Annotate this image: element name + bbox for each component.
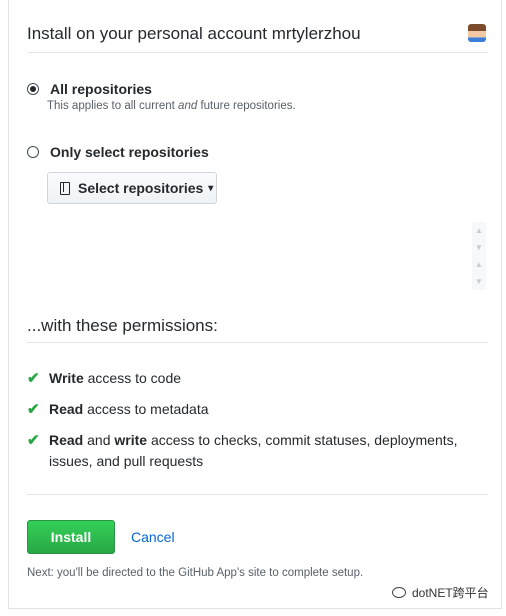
permission-level-2: write — [114, 432, 148, 448]
repo-list-scrollbar[interactable]: ▲ ▼ ▲ ▼ — [472, 222, 486, 290]
scroll-up-icon[interactable]: ▲ — [472, 222, 486, 239]
divider — [27, 342, 488, 343]
radio-checked-icon[interactable] — [27, 83, 39, 95]
install-header: Install on your personal account mrtyler… — [27, 22, 488, 53]
repo-icon — [60, 181, 70, 195]
permission-scope: access to code — [83, 370, 182, 386]
check-icon: ✔ — [27, 401, 40, 418]
note-part-1: This applies to all current — [47, 100, 175, 112]
cancel-link[interactable]: Cancel — [131, 529, 175, 545]
permission-level: Read — [49, 432, 84, 448]
check-icon: ✔ — [27, 432, 40, 449]
watermark-text: dotNET跨平台 — [412, 586, 489, 600]
check-icon: ✔ — [27, 370, 40, 387]
select-repositories-label: Select repositories — [78, 180, 204, 196]
radio-label-all[interactable]: All repositories — [50, 80, 152, 98]
note-emphasis: and — [178, 100, 198, 112]
wechat-icon — [392, 587, 406, 598]
avatar — [468, 24, 486, 42]
scroll-up-icon[interactable]: ▲ — [472, 256, 486, 273]
permission-scope: access to metadata — [83, 401, 209, 417]
scroll-down-icon[interactable]: ▼ — [472, 239, 486, 256]
divider — [27, 494, 488, 495]
scroll-down-icon[interactable]: ▼ — [472, 273, 486, 290]
install-button[interactable]: Install — [27, 520, 115, 554]
select-repositories-button[interactable]: Select repositories ▾ — [47, 172, 217, 204]
permissions-title: ...with these permissions: — [27, 316, 218, 335]
permission-level: Read — [49, 401, 84, 417]
all-repositories-note: This applies to all current and future r… — [47, 100, 296, 112]
permission-connector: and — [83, 432, 115, 448]
page-title: Install on your personal account mrtyler… — [27, 24, 361, 43]
radio-label-select[interactable]: Only select repositories — [50, 143, 209, 161]
next-step-note: Next: you'll be directed to the GitHub A… — [27, 567, 364, 579]
permission-level: Write — [49, 370, 84, 386]
caret-down-icon: ▾ — [208, 182, 214, 194]
watermark: dotNET跨平台 — [392, 584, 489, 601]
note-part-2: future repositories. — [200, 100, 296, 112]
radio-unchecked-icon[interactable] — [27, 146, 39, 158]
